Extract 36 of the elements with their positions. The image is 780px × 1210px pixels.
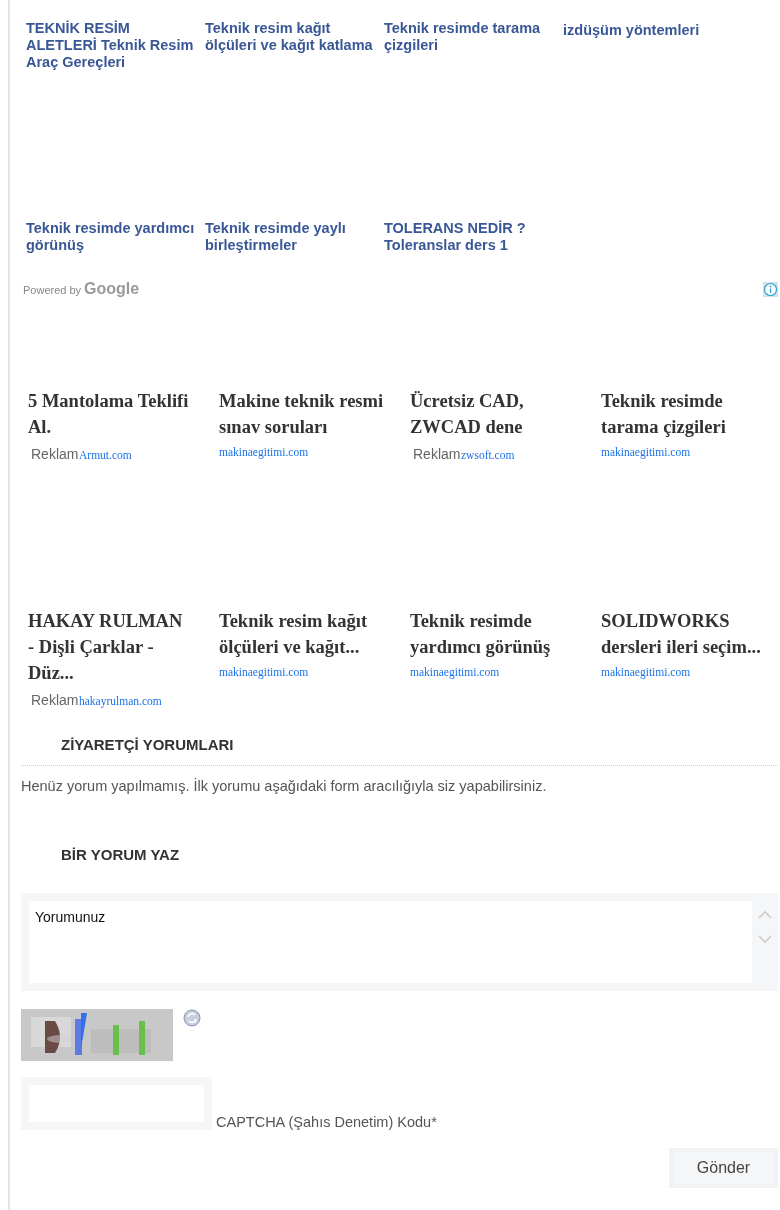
info-icon[interactable] bbox=[763, 281, 778, 297]
ad-label: Reklam bbox=[413, 446, 461, 462]
ad-domain-link[interactable]: Armut.com bbox=[79, 449, 132, 461]
section-heading: BİR YORUM YAZ bbox=[60, 846, 181, 865]
ad-label: Reklam bbox=[31, 692, 79, 708]
related-link[interactable]: Teknik resimde tarama çizgileri bbox=[384, 20, 556, 54]
ad-domain-link[interactable]: hakayrulman.com bbox=[79, 695, 162, 707]
ad-domain-link[interactable]: makinaegitimi.com bbox=[601, 446, 691, 458]
related-link[interactable]: Teknik resimde yaylı birleştirmeler bbox=[205, 220, 377, 254]
ad-title[interactable]: Makine teknik resmi sınav soruları bbox=[219, 388, 384, 440]
empty-comments-text: Henüz yorum yapılmamış. İlk yorumu aşağıdaki form aracılığıyla siz yapabilirsiniz. bbox=[21, 778, 548, 794]
related-link[interactable]: izdüşüm yöntemleri bbox=[563, 22, 735, 39]
comment-field[interactable]: Yorumunuz bbox=[21, 893, 778, 991]
related-link[interactable]: Teknik resim kağıt ölçüleri ve kağıt katlama bbox=[205, 20, 377, 54]
captcha-label: CAPTCHA (Şahıs Denetim) Kodu* bbox=[216, 1114, 437, 1130]
section-heading: ZİYARETÇİ YORUMLARI bbox=[21, 736, 778, 766]
related-link[interactable]: TOLERANS NEDİR ? Toleranslar ders 1 bbox=[384, 220, 556, 254]
ad-title[interactable]: 5 Mantolama Teklifi Al. bbox=[28, 388, 193, 440]
ad-title[interactable]: HAKAY RULMAN - Dişli Çarklar - Düz... bbox=[28, 608, 193, 686]
ad-label: Reklam bbox=[31, 446, 79, 462]
related-link[interactable]: Teknik resimde yardımcı görünüş bbox=[26, 220, 198, 254]
brand-text: Google bbox=[84, 280, 140, 298]
ad-domain-link[interactable]: makinaegitimi.com bbox=[219, 446, 309, 458]
related-link[interactable]: TEKNİK RESİM ALETLERİ Teknik Resim Araç Gereçleri bbox=[26, 20, 198, 71]
submit-button[interactable]: Gönder bbox=[669, 1148, 778, 1188]
ad-domain-link[interactable]: makinaegitimi.com bbox=[601, 666, 691, 678]
powered-by-text: Powered by bbox=[23, 284, 82, 296]
ad-domain-link[interactable]: zwsoft.com bbox=[461, 449, 515, 461]
ad-title[interactable]: Teknik resim kağıt ölçüleri ve kağıt... bbox=[219, 608, 384, 660]
ad-title[interactable]: Ücretsiz CAD, ZWCAD dene bbox=[410, 388, 575, 440]
ad-title[interactable]: Teknik resimde yardımcı görünüş bbox=[410, 608, 575, 660]
ad-domain-link[interactable]: makinaegitimi.com bbox=[410, 666, 500, 678]
ad-title[interactable]: SOLIDWORKS dersleri ileri seçim... bbox=[601, 608, 766, 660]
ad-title[interactable]: Teknik resimde tarama çizgileri bbox=[601, 388, 766, 440]
ad-domain-link[interactable]: makinaegitimi.com bbox=[219, 666, 309, 678]
refresh-icon[interactable] bbox=[183, 1009, 201, 1027]
